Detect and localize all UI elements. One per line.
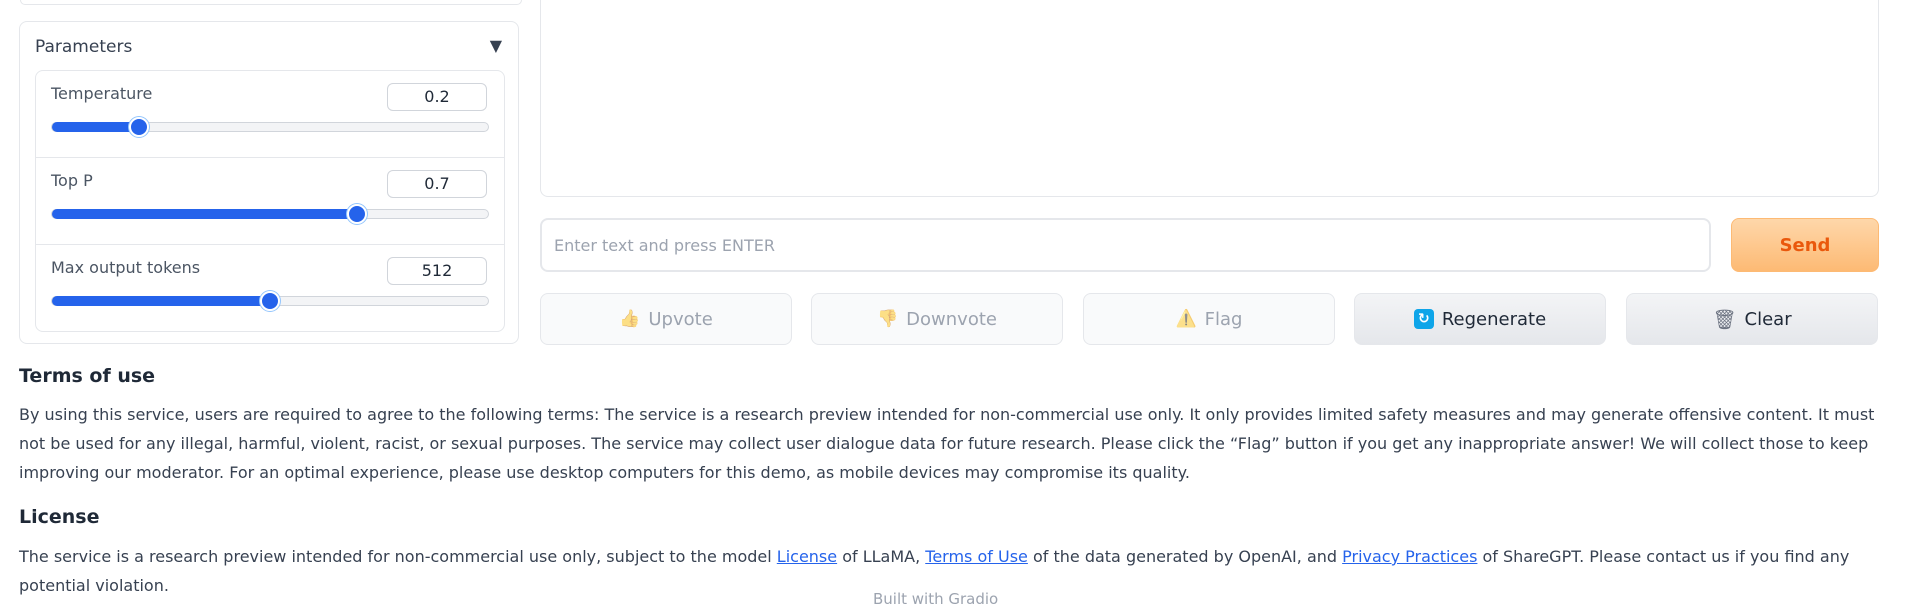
license-text-2: of LLaMA, [837, 547, 926, 566]
temperature-number-input[interactable]: 0.2 [387, 83, 487, 111]
top-p-slider[interactable] [51, 204, 489, 224]
terms-body: By using this service, users are require… [19, 405, 1875, 482]
max-tokens-label: Max output tokens [51, 258, 201, 277]
max-tokens-slider-block: Max output tokens 512 [36, 245, 504, 331]
upvote-label: Upvote [648, 308, 713, 330]
license-text-1: The service is a research preview intend… [19, 547, 777, 566]
regenerate-label: Regenerate [1441, 308, 1547, 330]
top-panel-edge [20, 0, 522, 5]
privacy-practices-link[interactable]: Privacy Practices [1342, 547, 1477, 566]
refresh-icon: ↻ [1413, 309, 1434, 329]
license-text-3: of the data generated by OpenAI, and [1027, 547, 1343, 566]
top-p-slider-block: Top P 0.7 [36, 158, 504, 245]
flag-label: Flag [1204, 308, 1243, 330]
top-p-label: Top P [51, 171, 93, 190]
terms-of-use-link[interactable]: Terms of Use [925, 547, 1028, 566]
terms-title: Terms of use [19, 365, 156, 387]
message-input[interactable] [540, 218, 1711, 272]
temperature-label: Temperature [51, 84, 153, 103]
chatbot-display[interactable] [540, 0, 1879, 197]
top-p-slider-fill [52, 209, 358, 219]
license-link[interactable]: License [777, 547, 837, 566]
top-p-number-input[interactable]: 0.7 [387, 170, 487, 198]
temperature-slider-fill [52, 122, 140, 132]
license-title: License [19, 506, 100, 528]
flag-button[interactable]: ⚠️ Flag [1083, 293, 1335, 345]
send-button[interactable]: Send [1731, 218, 1879, 272]
parameters-panel: Parameters ▼ Temperature 0.2 Top P 0.7 M… [19, 21, 519, 344]
thumbs-down-icon: 👎 [877, 309, 899, 329]
clear-button[interactable]: 🗑 Clear [1626, 293, 1878, 345]
thumbs-up-icon: 👍 [619, 309, 641, 329]
clear-label: Clear [1744, 308, 1792, 330]
temperature-slider-block: Temperature 0.2 [36, 71, 504, 158]
built-with-gradio[interactable]: Built with Gradio [873, 590, 998, 608]
triangle-down-icon[interactable]: ▼ [490, 36, 502, 55]
downvote-button[interactable]: 👎 Downvote [811, 293, 1063, 345]
max-tokens-slider-fill [52, 296, 270, 306]
max-tokens-slider-thumb[interactable] [260, 291, 280, 311]
top-p-slider-thumb[interactable] [347, 204, 368, 224]
warning-icon: ⚠️ [1175, 309, 1197, 329]
upvote-button[interactable]: 👍 Upvote [540, 293, 792, 345]
temperature-slider[interactable] [51, 117, 489, 137]
downvote-label: Downvote [906, 308, 997, 330]
sliders-group: Temperature 0.2 Top P 0.7 Max output tok… [35, 70, 505, 332]
trash-icon: 🗑 [1712, 308, 1737, 331]
parameters-title: Parameters [35, 37, 133, 57]
regenerate-button[interactable]: ↻ Regenerate [1354, 293, 1606, 345]
max-tokens-slider[interactable] [51, 291, 489, 311]
temperature-slider-thumb[interactable] [129, 117, 150, 137]
max-tokens-number-input[interactable]: 512 [387, 257, 487, 285]
